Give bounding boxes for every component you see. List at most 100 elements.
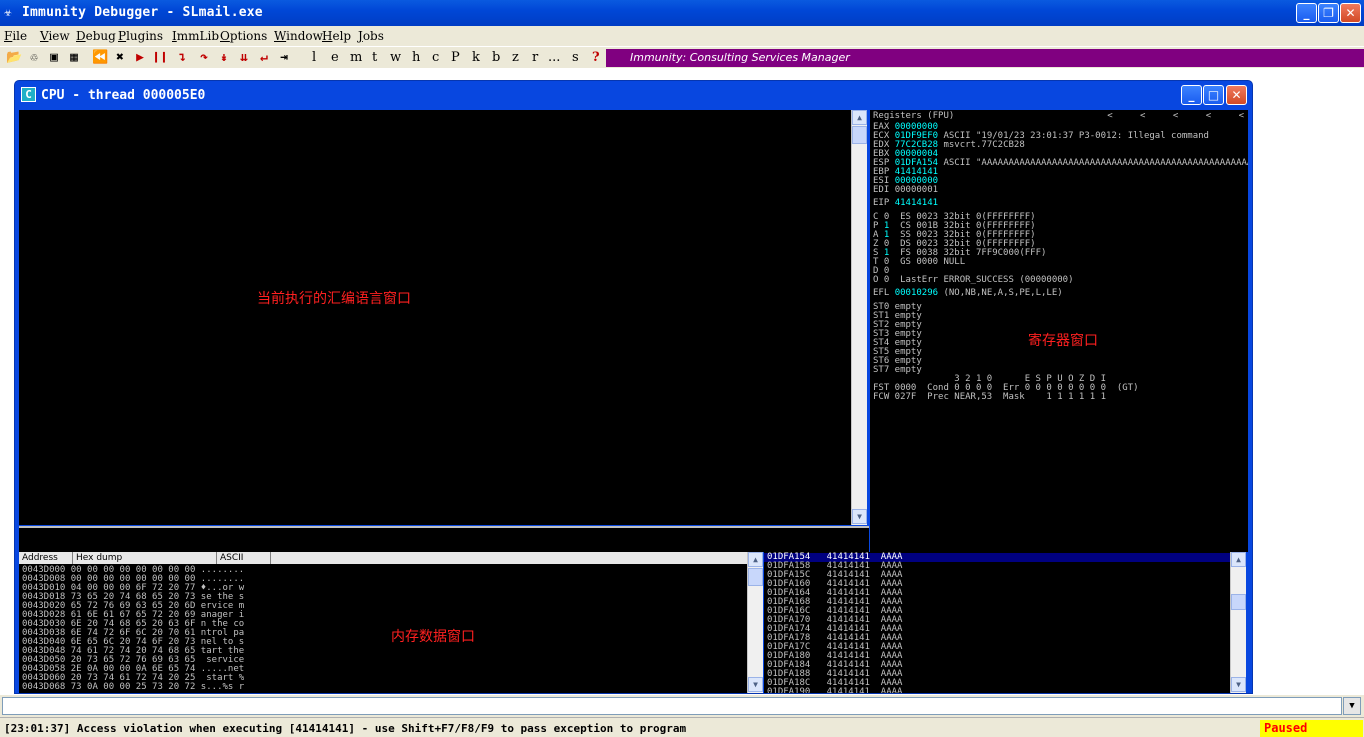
menu-immlib[interactable]: ImmLib <box>172 29 219 43</box>
status-message: [23:01:37] Access violation when executi… <box>4 722 687 735</box>
close-process-icon[interactable]: ✖ <box>112 49 128 67</box>
grid-icon[interactable]: ▦ <box>66 49 82 67</box>
menu-jobs[interactable]: Jobs <box>358 29 384 43</box>
toolbar-help-button[interactable]: ? <box>592 50 600 65</box>
memory-dump-pane[interactable]: Address Hex dump ASCII 0043D000 00 00 00… <box>19 552 747 693</box>
register-comment: msvcrt.77C2CB28 <box>943 140 1025 150</box>
menu-help[interactable]: Help <box>322 29 351 43</box>
scroll-up-arrow-icon[interactable]: ▲ <box>1231 552 1246 567</box>
reg-arrow-icon[interactable]: < <box>1173 111 1178 121</box>
toolbar-callstack-button[interactable]: k <box>472 50 480 65</box>
toolbar-windows-button[interactable]: w <box>390 50 401 65</box>
app-icon[interactable]: ☣ <box>4 5 18 21</box>
restore-button[interactable]: ❐ <box>1318 3 1339 23</box>
reg-arrow-icon[interactable]: < <box>1239 111 1244 121</box>
toolbar-z-button[interactable]: z <box>512 50 519 65</box>
consulting-banner[interactable]: Immunity: Consulting Services Manager <box>606 49 1364 67</box>
register-value: 00000001 <box>894 185 939 195</box>
chevron-down-icon[interactable]: ▼ <box>1343 697 1361 715</box>
scroll-up-arrow-icon[interactable]: ▲ <box>852 110 867 125</box>
close-button[interactable]: ✕ <box>1340 3 1361 23</box>
segment-info: LastErr ERROR_SUCCESS (00000000) <box>900 275 1074 285</box>
reg-arrow-icon[interactable]: < <box>1107 111 1112 121</box>
reg-arrow-icon[interactable]: < <box>1206 111 1211 121</box>
toolbar-memory-button[interactable]: m <box>350 50 362 65</box>
register-name: EDI <box>873 185 890 195</box>
scroll-down-arrow-icon[interactable]: ▼ <box>852 509 867 524</box>
stack-pane[interactable]: 01DFA154 41414141 AAAA 01DFA158 41414141 … <box>764 552 1230 693</box>
dump-header-address[interactable]: Address <box>19 552 73 564</box>
execute-till-return-icon[interactable]: ↵ <box>256 49 272 67</box>
register-efl[interactable]: EFL 00010296 (NO,NB,NE,A,S,PE,L,LE) <box>873 289 1063 298</box>
registers-header-label: Registers (FPU) <box>873 111 955 121</box>
trace-into-icon[interactable]: ↡ <box>216 49 232 67</box>
minimize-button[interactable]: _ <box>1296 3 1317 23</box>
disassembly-scrollbar[interactable]: ▲ ▼ <box>851 110 867 525</box>
registers-annotation: 寄存器窗口 <box>1028 333 1098 349</box>
menu-view[interactable]: View <box>40 29 70 43</box>
toolbar-log-button[interactable]: l <box>312 50 316 65</box>
menu-options[interactable]: Options <box>220 29 267 43</box>
scroll-thumb[interactable] <box>1231 594 1246 610</box>
scroll-thumb[interactable] <box>748 568 763 586</box>
toolbar-patches-button[interactable]: P <box>451 50 460 65</box>
run-icon[interactable]: ▶ <box>132 49 148 67</box>
dump-header-ascii[interactable]: ASCII <box>217 552 271 564</box>
step-over-icon[interactable]: ↷ <box>196 49 212 67</box>
segment-info: GS 0000 NULL <box>900 257 966 267</box>
menu-debug[interactable]: Debug <box>76 29 116 43</box>
dump-scrollbar[interactable]: ▲ ▼ <box>747 552 763 693</box>
scroll-down-arrow-icon[interactable]: ▼ <box>748 677 763 692</box>
menu-window[interactable]: Window <box>274 29 323 43</box>
cpu-window-title: CPU - thread 000005E0 <box>41 88 206 103</box>
rewind-icon[interactable]: ⏪ <box>92 49 108 67</box>
toolbar-source-button[interactable]: s <box>572 50 579 65</box>
disassembly-pane[interactable]: 当前执行的汇编语言窗口 <box>19 110 851 525</box>
toolbar-threads-button[interactable]: t <box>372 50 377 65</box>
menu-file[interactable]: File <box>4 29 27 43</box>
toolbar: 📂 ♲ ▣ ▦ ⏪ ✖ ▶ ❙❙ ↴ ↷ ↡ ⇊ ↵ ⇥ l e m t w h… <box>0 46 1364 68</box>
scroll-down-arrow-icon[interactable]: ▼ <box>1231 677 1246 692</box>
cpu-minimize-button[interactable]: _ <box>1181 85 1202 105</box>
toolbar-modules-button[interactable]: e <box>331 50 339 65</box>
memory-annotation: 内存数据窗口 <box>391 629 475 645</box>
window-icon[interactable]: ▣ <box>46 49 62 67</box>
go-to-icon[interactable]: ⇥ <box>276 49 292 67</box>
app-title-bar[interactable]: ☣ Immunity Debugger - SLmail.exe _ ❐ ✕ <box>0 0 1364 26</box>
fpu-status-fcw[interactable]: FCW 027F Prec NEAR,53 Mask 1 1 1 1 1 1 <box>873 393 1106 402</box>
flag-value: 0 <box>883 275 890 285</box>
status-badge: Paused <box>1260 720 1363 737</box>
toolbar-breakpoints-button[interactable]: b <box>492 50 500 65</box>
pause-icon[interactable]: ❙❙ <box>152 49 168 67</box>
menu-plugins[interactable]: Plugins <box>118 29 163 43</box>
toolbar-references-button[interactable]: r <box>532 50 538 65</box>
flag-o[interactable]: O 0 LastErr ERROR_SUCCESS (00000000) <box>873 276 1074 285</box>
dump-header-hex[interactable]: Hex dump <box>73 552 217 564</box>
registers-pane[interactable]: Registers (FPU) < < < < < EAX 00000000 E… <box>870 110 1248 552</box>
stack-row[interactable]: 01DFA190 41414141 AAAA <box>764 688 1230 694</box>
toolbar-runtrace-button[interactable]: ... <box>548 50 560 65</box>
restart-icon[interactable]: ♲ <box>26 49 42 67</box>
app-title: Immunity Debugger - SLmail.exe <box>22 5 263 20</box>
cpu-maximize-button[interactable]: □ <box>1203 85 1224 105</box>
reg-arrow-icon[interactable]: < <box>1140 111 1145 121</box>
step-into-icon[interactable]: ↴ <box>174 49 190 67</box>
info-pane[interactable] <box>19 526 869 552</box>
scroll-thumb[interactable] <box>852 126 867 144</box>
cpu-window-icon[interactable]: C <box>21 87 36 102</box>
open-folder-icon[interactable]: 📂 <box>6 49 22 67</box>
scroll-up-arrow-icon[interactable]: ▲ <box>748 552 763 567</box>
toolbar-handles-button[interactable]: h <box>412 50 420 65</box>
trace-over-icon[interactable]: ⇊ <box>236 49 252 67</box>
dump-row[interactable]: 0043D068 73 0A 00 00 25 73 20 72 s...%s … <box>22 683 244 692</box>
register-comment: ASCII "AAAAAAAAAAAAAAAAAAAAAAAAAAAAAAAAA… <box>943 158 1248 168</box>
command-input[interactable] <box>2 697 1342 715</box>
register-edi[interactable]: EDI 00000001 <box>873 186 943 195</box>
registers-header[interactable]: Registers (FPU) < < < < < <box>870 110 1248 122</box>
stack-scrollbar[interactable]: ▲ ▼ <box>1230 552 1246 693</box>
status-bar: [23:01:37] Access violation when executi… <box>0 717 1364 737</box>
register-eip[interactable]: EIP 41414141 <box>873 199 938 208</box>
cpu-close-button[interactable]: ✕ <box>1226 85 1247 105</box>
cpu-window-title-bar[interactable]: C CPU - thread 000005E0 _ □ ✕ <box>15 81 1252 109</box>
toolbar-cpu-button[interactable]: c <box>432 50 439 65</box>
